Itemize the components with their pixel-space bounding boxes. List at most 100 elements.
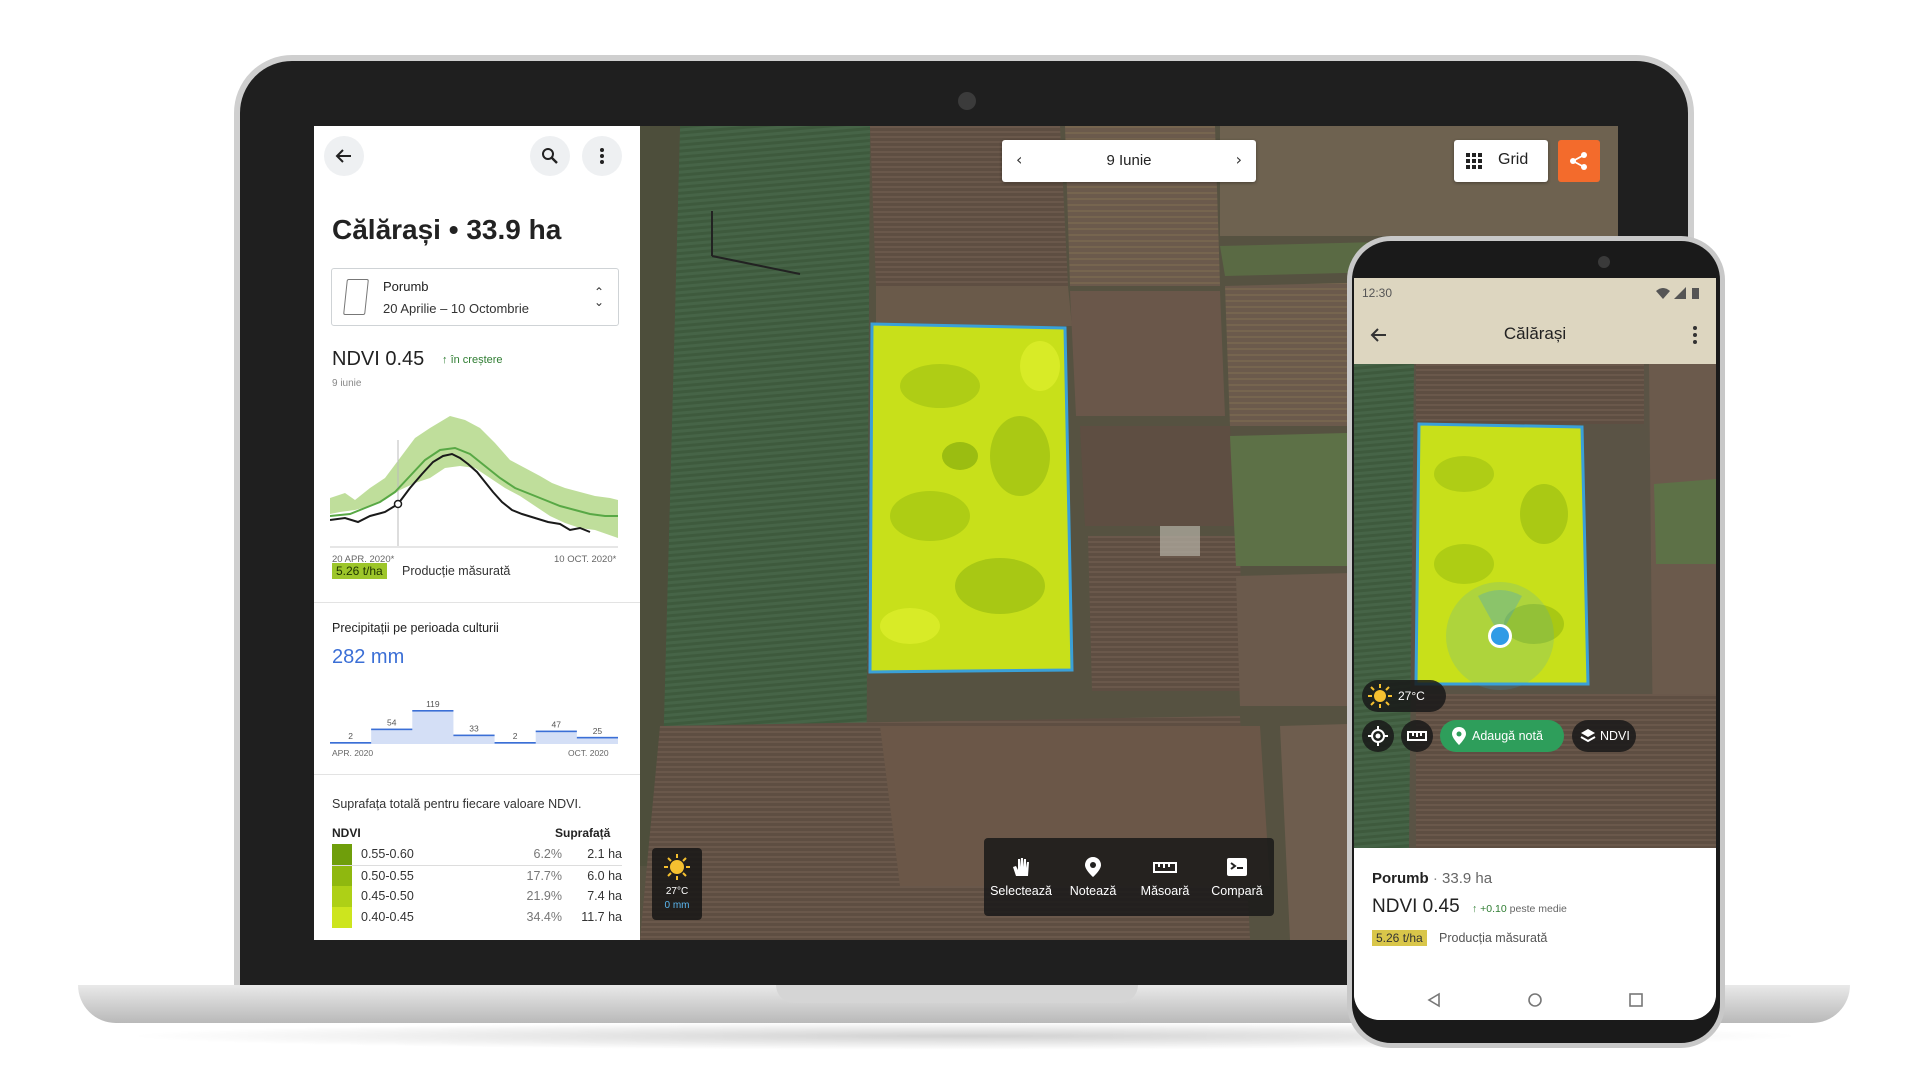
layers-icon	[1580, 729, 1596, 743]
phone-map-imagery	[1354, 364, 1716, 848]
crop-name: Porumb	[383, 279, 429, 294]
ndvi-pct: 21.9%	[526, 889, 562, 903]
share-button[interactable]	[1558, 140, 1600, 182]
phone-ndvi: NDVI 0.45	[1372, 896, 1460, 917]
col-area: Suprafață	[555, 826, 611, 840]
ndvi-range: 0.55-0.60	[361, 847, 414, 861]
phone-weather-temp: 27°C	[1398, 689, 1425, 703]
table-row: 0.55-0.60 6.2% 2.1 ha	[332, 844, 622, 865]
locate-button[interactable]	[1362, 720, 1394, 752]
add-note-button[interactable]: Adaugă notă	[1440, 720, 1564, 752]
field-shape-icon	[343, 279, 369, 315]
col-ndvi: NDVI	[332, 826, 361, 840]
phone-delta-value: +0.10	[1480, 903, 1507, 915]
ndvi-current-point	[393, 499, 403, 509]
phone-title: Călărași	[1503, 324, 1567, 343]
nav-home-icon[interactable]	[1527, 992, 1543, 1008]
pin-icon	[1085, 857, 1101, 877]
crop-dates: 20 Aprilie – 10 Octombrie	[383, 301, 529, 316]
ndvi-axis-end: 10 OCT. 2020*	[554, 554, 617, 565]
ruler-icon	[1153, 862, 1177, 873]
precip-bar-top	[371, 728, 413, 731]
precip-bar-top	[453, 734, 495, 737]
phone-camera	[1598, 256, 1610, 268]
tool-note[interactable]: Notează	[1057, 838, 1129, 916]
production-label: Producție măsurată	[402, 564, 511, 578]
precip-axis-end: OCT. 2020	[568, 748, 609, 758]
more-vertical-icon[interactable]	[1692, 325, 1698, 345]
date-label: 9 Iunie	[1106, 152, 1152, 169]
ndvi-range: 0.45-0.50	[361, 889, 414, 903]
search-icon	[542, 148, 558, 164]
more-button[interactable]	[582, 136, 622, 176]
more-vertical-icon	[600, 148, 604, 164]
phone-production-label: Producția măsurată	[1439, 931, 1548, 945]
ndvi-value: NDVI 0.45	[332, 348, 425, 370]
map-toolbar: Selectează Notează Măsoară Compară	[984, 838, 1274, 916]
grid-label: Grid	[1498, 151, 1529, 168]
ndvi-pct: 6.2%	[533, 847, 563, 861]
precip-axis-start: APR. 2020	[332, 748, 374, 758]
phone-area: 33.9 ha	[1442, 870, 1493, 887]
weather-widget[interactable]: 27°C 0 mm	[652, 848, 702, 920]
crop-selector[interactable]: Porumb 20 Aprilie – 10 Octombrie ⌃ ⌄	[331, 268, 619, 326]
nav-recent-icon[interactable]	[1628, 992, 1644, 1008]
hand-icon	[1013, 858, 1029, 876]
ndvi-range: 0.50-0.55	[361, 869, 414, 883]
status-icons	[1656, 287, 1699, 299]
arrow-left-icon	[335, 149, 351, 163]
nav-back-icon[interactable]	[1426, 992, 1442, 1008]
laptop-camera	[958, 92, 976, 110]
add-note-label: Adaugă notă	[1472, 729, 1543, 743]
phone-weather[interactable]: 27°C	[1362, 680, 1446, 712]
measure-button[interactable]	[1401, 720, 1433, 752]
precip-value: 282 mm	[332, 646, 405, 668]
locate-icon	[1368, 726, 1388, 746]
ndvi-swatch	[332, 886, 352, 907]
sun-icon	[664, 854, 690, 880]
ndvi-ha: 6.0 ha	[587, 869, 622, 883]
status-bar: 12:30	[1354, 278, 1716, 308]
pin-icon	[1452, 727, 1466, 745]
android-nav-bar	[1354, 980, 1716, 1020]
precip-data-label: 2	[348, 731, 353, 741]
field-panel: Călărași • 33.9 ha Porumb 20 Aprilie – 1…	[314, 126, 640, 940]
ndvi-ha: 11.7 ha	[581, 910, 622, 924]
ndvi-pct: 17.7%	[526, 869, 562, 883]
phone-map[interactable]: 27°C Adaugă notă NDVI	[1354, 364, 1716, 848]
table-row: 0.50-0.55 17.7% 6.0 ha	[332, 865, 622, 887]
laptop-notch	[776, 985, 1138, 1003]
precip-bar-top	[576, 736, 618, 739]
ndvi-layer-label: NDVI	[1600, 729, 1630, 743]
ndvi-ha: 2.1 ha	[587, 847, 622, 861]
tool-compare[interactable]: Compară	[1201, 838, 1273, 916]
tool-measure[interactable]: Măsoară	[1129, 838, 1201, 916]
ndvi-swatch	[332, 844, 352, 865]
phone-crop: Porumb	[1372, 870, 1429, 887]
phone-header: Călărași	[1354, 308, 1716, 364]
search-button[interactable]	[530, 136, 570, 176]
phone-delta-label: peste medie	[1509, 903, 1567, 915]
precip-bar	[535, 730, 577, 744]
next-date-icon[interactable]: ›	[1236, 150, 1242, 169]
precip-data-label: 54	[387, 718, 397, 728]
precip-bar-top	[412, 710, 454, 712]
tool-compare-label: Compară	[1211, 884, 1263, 898]
divider	[314, 774, 640, 775]
table-row: 0.45-0.50 21.9% 7.4 ha	[332, 886, 622, 907]
precip-title: Precipitații pe perioada culturii	[332, 621, 499, 635]
precip-bar-top	[494, 742, 536, 744]
precip-bar-top	[535, 730, 577, 733]
phone-production-badge: 5.26 t/ha	[1372, 930, 1427, 946]
tool-select[interactable]: Selectează	[985, 838, 1057, 916]
phone-ndvi-delta: ↑ +0.10 peste medie	[1472, 903, 1567, 915]
date-selector[interactable]: ‹ 9 Iunie ›	[1002, 140, 1256, 182]
grid-button[interactable]: Grid	[1454, 140, 1548, 182]
precip-data-label: 119	[426, 699, 440, 709]
back-button[interactable]	[324, 136, 364, 176]
grid-icon	[1466, 153, 1482, 169]
ndvi-layer-button[interactable]: NDVI	[1572, 720, 1636, 752]
tool-measure-label: Măsoară	[1140, 884, 1190, 898]
ndvi-trend-text: în creștere	[450, 354, 503, 366]
precip-bar	[412, 710, 454, 744]
